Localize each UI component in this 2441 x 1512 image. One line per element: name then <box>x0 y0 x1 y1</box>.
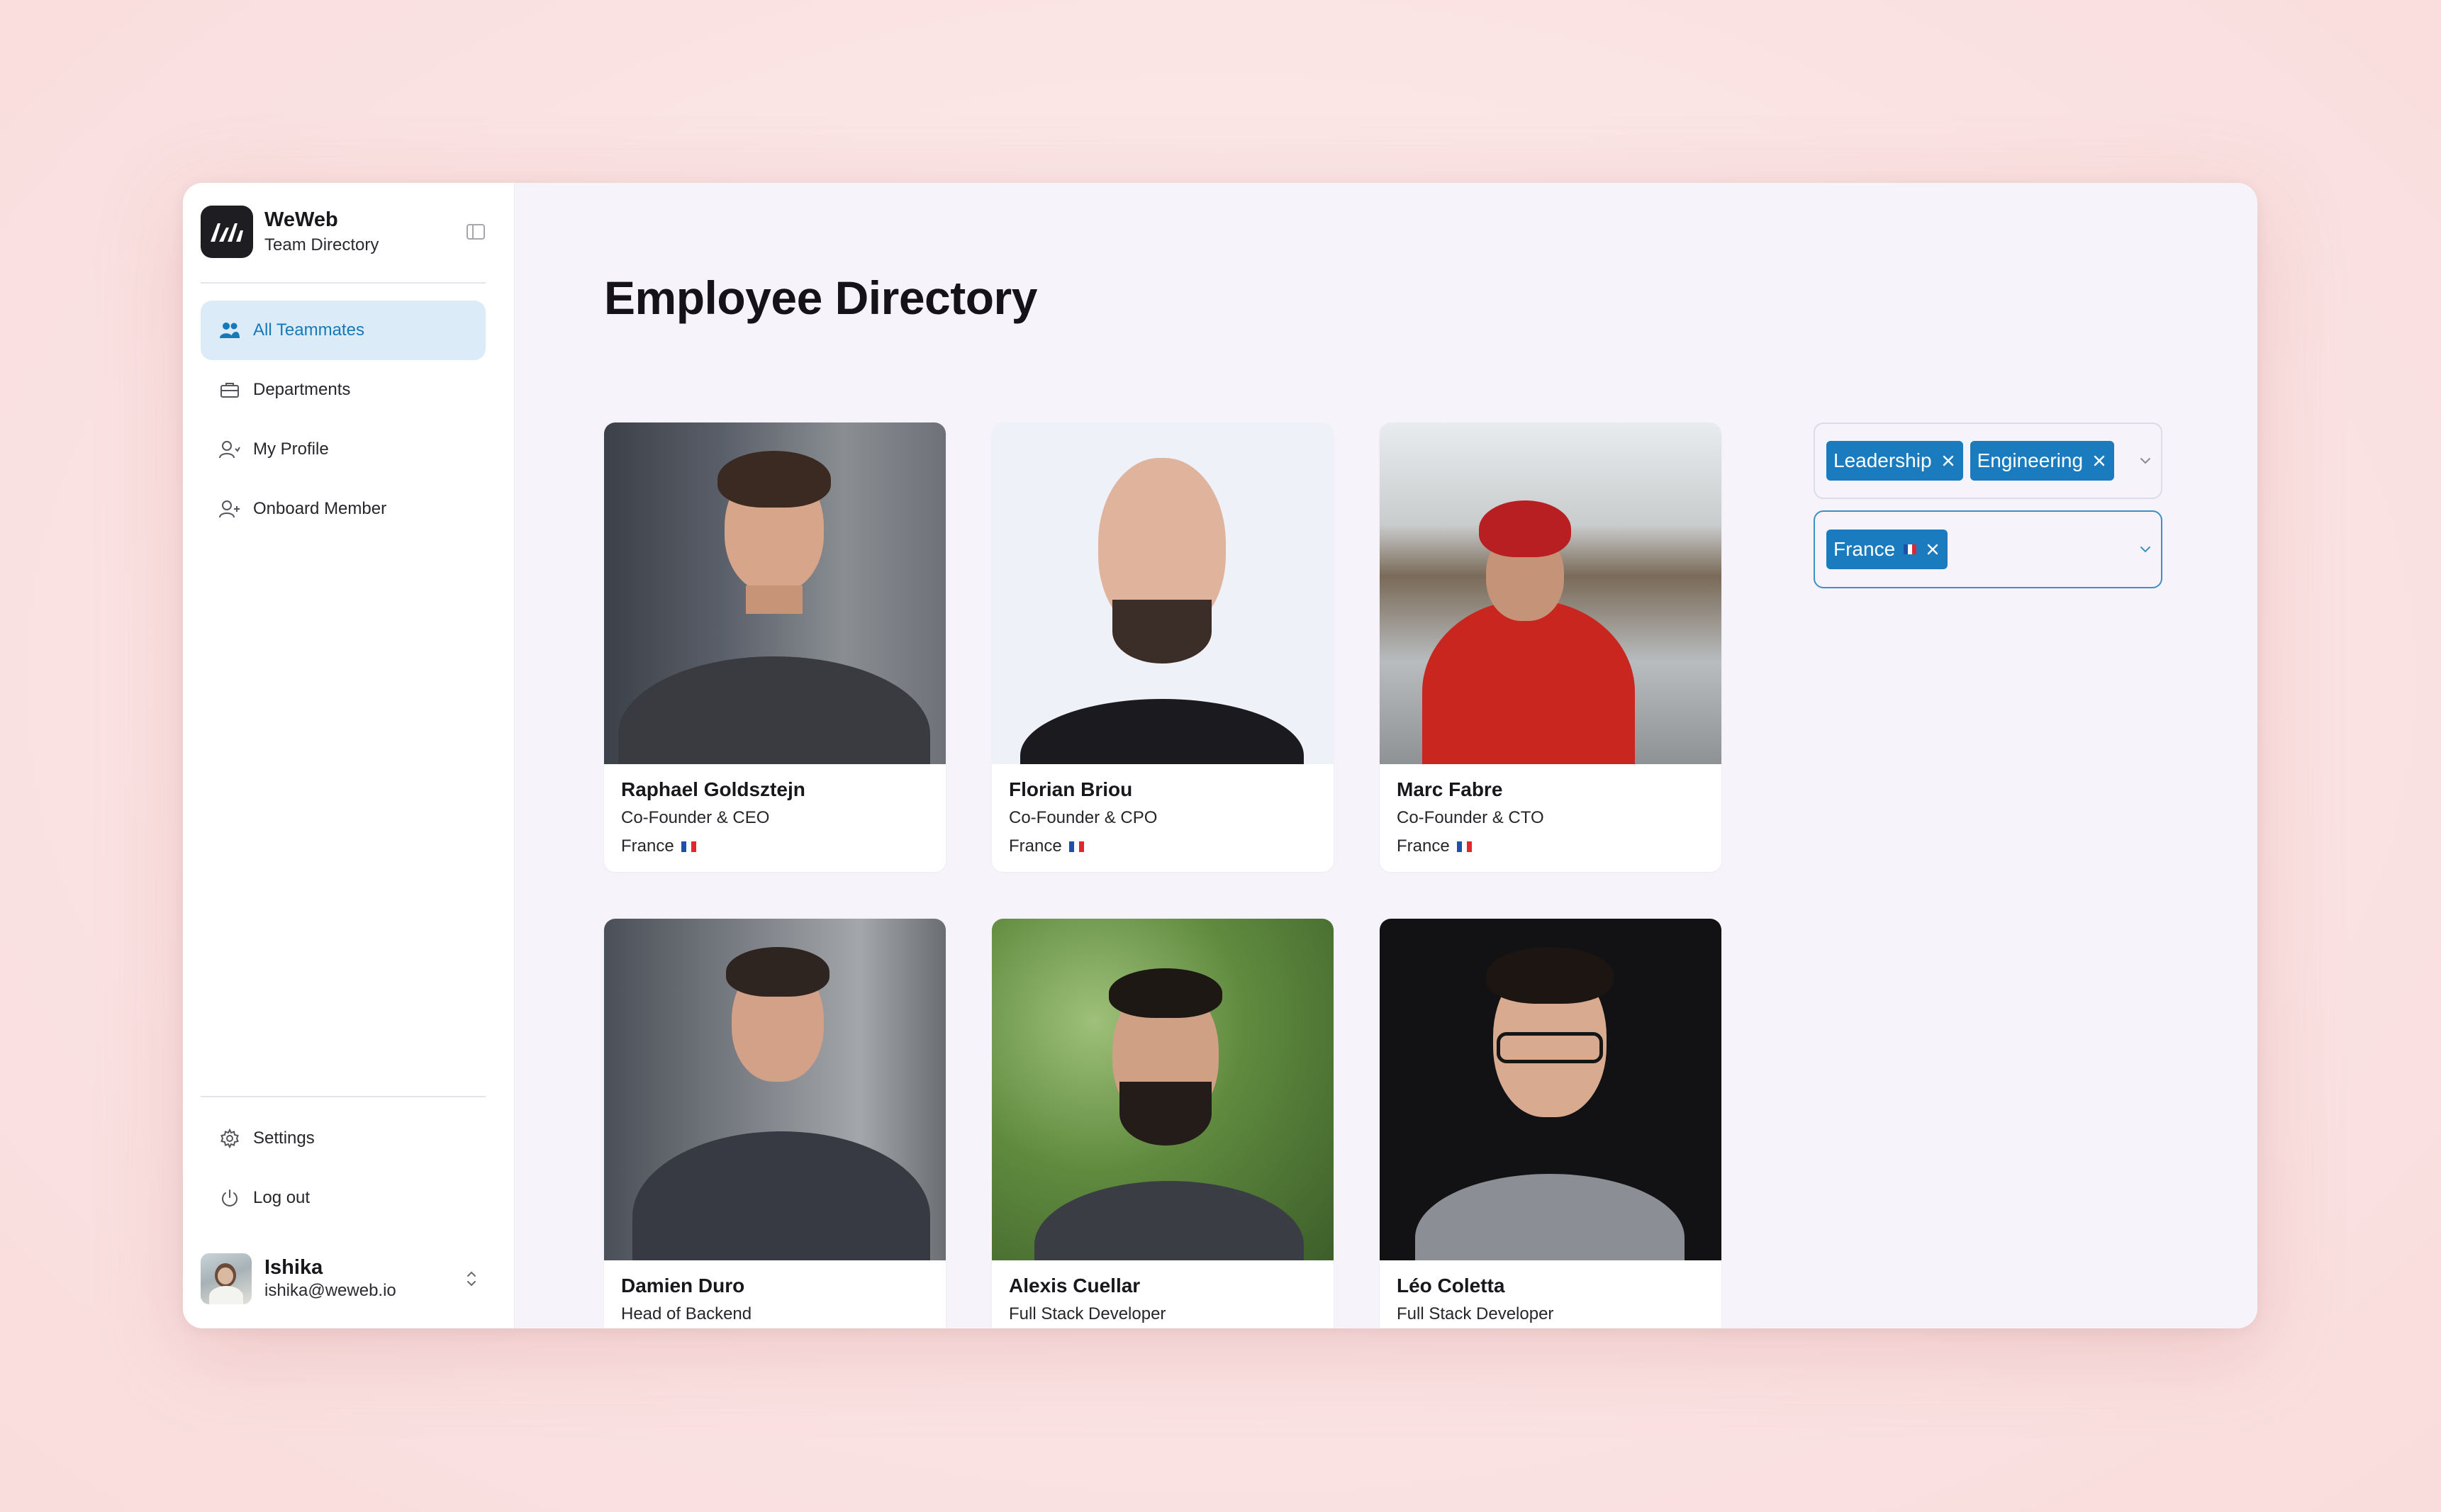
employee-role: Full Stack Developer <box>1397 1304 1554 1323</box>
employee-name: Alexis Cuellar <box>1009 1275 1141 1297</box>
user-email: ishika@weweb.io <box>264 1281 396 1300</box>
department-filter-select[interactable]: Leadership Engineering <box>1814 422 2162 499</box>
user-name: Ishika <box>264 1256 323 1279</box>
employee-country: France <box>1397 832 1704 861</box>
france-flag-icon <box>1904 544 1917 554</box>
employee-photo <box>1380 919 1721 1260</box>
user-icon <box>219 439 240 460</box>
sidebar-item-label: Log out <box>253 1188 311 1207</box>
filter-chip-leadership[interactable]: Leadership <box>1826 441 1963 481</box>
close-icon[interactable] <box>1942 454 1955 467</box>
chevron-down-icon[interactable] <box>2138 454 2152 468</box>
employee-role: Co-Founder & CEO <box>621 808 770 827</box>
sidebar: WeWeb Team Directory All Teammates Depar… <box>183 183 515 1328</box>
gear-icon <box>219 1128 240 1149</box>
filter-chip-engineering[interactable]: Engineering <box>1970 441 2115 481</box>
employee-role: Full Stack Developer <box>1009 1304 1166 1323</box>
avatar <box>201 1253 252 1304</box>
sidebar-item-settings[interactable]: Settings <box>201 1109 486 1168</box>
users-icon <box>219 320 240 341</box>
france-flag-icon <box>1456 841 1472 852</box>
employee-photo <box>604 422 946 764</box>
sidebar-item-my-profile[interactable]: My Profile <box>201 420 486 479</box>
app-window: WeWeb Team Directory All Teammates Depar… <box>183 183 2257 1328</box>
weweb-logo-icon <box>201 206 253 258</box>
country-label: France <box>1009 836 1062 856</box>
chevron-down-icon[interactable] <box>2138 542 2152 556</box>
sidebar-item-all-teammates[interactable]: All Teammates <box>201 301 486 360</box>
sidebar-collapse-icon[interactable] <box>464 220 488 244</box>
employee-card[interactable]: Florian Briou Co-Founder & CPO France <box>992 422 1334 872</box>
brand-name: WeWeb <box>264 208 338 231</box>
sidebar-item-label: All Teammates <box>253 320 364 340</box>
sidebar-item-label: Onboard Member <box>253 499 387 518</box>
france-flag-icon <box>1068 841 1084 852</box>
employee-card[interactable]: Raphael Goldsztejn Co-Founder & CEO Fran… <box>604 422 946 872</box>
filter-chip-france[interactable]: France <box>1826 530 1948 569</box>
employee-name: Raphael Goldsztejn <box>621 778 805 800</box>
chip-label: France <box>1833 538 1896 560</box>
page-title: Employee Directory <box>604 271 1037 324</box>
employee-photo <box>992 919 1334 1260</box>
sidebar-item-logout[interactable]: Log out <box>201 1168 486 1228</box>
employee-role: Co-Founder & CTO <box>1397 808 1544 827</box>
employee-name: Marc Fabre <box>1397 778 1503 800</box>
employee-card[interactable]: Damien Duro Head of Backend <box>604 919 946 1328</box>
user-profile[interactable]: Ishika ishika@weweb.io <box>201 1252 486 1306</box>
sidebar-bottom-nav: Settings Log out <box>201 1109 486 1228</box>
sidebar-divider <box>201 282 486 284</box>
main-content: Employee Directory Raphael Goldsztejn Co… <box>515 183 2257 1328</box>
sidebar-divider <box>201 1096 486 1097</box>
country-label: France <box>621 836 674 856</box>
chevron-up-down-icon[interactable] <box>457 1265 486 1293</box>
employee-card[interactable]: Marc Fabre Co-Founder & CTO France <box>1380 422 1721 872</box>
chip-label: Leadership <box>1833 449 1932 471</box>
sidebar-item-departments[interactable]: Departments <box>201 360 486 420</box>
brand[interactable]: WeWeb Team Directory <box>201 206 379 258</box>
country-label: France <box>1397 836 1450 856</box>
briefcase-icon <box>219 379 240 401</box>
country-filter-select[interactable]: France <box>1814 510 2162 588</box>
employee-photo <box>604 919 946 1260</box>
employee-country: France <box>621 832 929 861</box>
employee-name: Florian Briou <box>1009 778 1133 800</box>
sidebar-nav: All Teammates Departments My Profile Onb… <box>201 301 486 539</box>
employee-role: Head of Backend <box>621 1304 752 1323</box>
france-flag-icon <box>681 841 696 852</box>
employee-country: France <box>1009 832 1317 861</box>
user-plus-icon <box>219 498 240 520</box>
sidebar-item-label: My Profile <box>253 439 329 459</box>
employee-role: Co-Founder & CPO <box>1009 808 1158 827</box>
employee-photo <box>1380 422 1721 764</box>
sidebar-item-label: Settings <box>253 1129 315 1148</box>
employee-name: Léo Coletta <box>1397 1275 1505 1297</box>
brand-subtitle: Team Directory <box>264 235 379 254</box>
close-icon[interactable] <box>1926 543 1939 556</box>
employee-card[interactable]: Alexis Cuellar Full Stack Developer <box>992 919 1334 1328</box>
close-icon[interactable] <box>2093 454 2106 467</box>
sidebar-item-label: Departments <box>253 380 351 399</box>
sidebar-item-onboard-member[interactable]: Onboard Member <box>201 479 486 539</box>
employee-card[interactable]: Léo Coletta Full Stack Developer <box>1380 919 1721 1328</box>
employee-photo <box>992 422 1334 764</box>
power-icon <box>219 1187 240 1209</box>
chip-label: Engineering <box>1977 449 2084 471</box>
employee-name: Damien Duro <box>621 1275 745 1297</box>
